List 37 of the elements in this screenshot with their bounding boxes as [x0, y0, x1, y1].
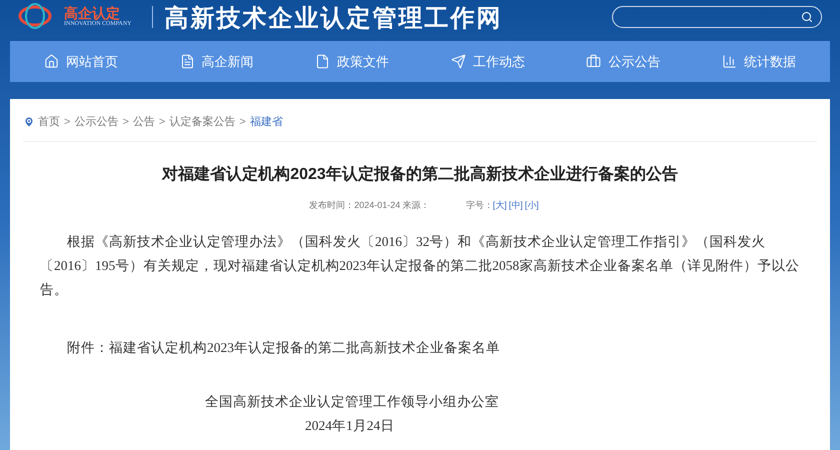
- location-icon: [23, 116, 35, 128]
- site-title: 高新技术企业认定管理工作网: [164, 5, 503, 33]
- breadcrumb-separator: >: [238, 115, 247, 130]
- nav-link[interactable]: 统计数据: [722, 52, 796, 72]
- nav-link[interactable]: 高企新闻: [180, 52, 254, 72]
- document-icon: [180, 54, 195, 69]
- nav-link[interactable]: 公示公告: [586, 52, 660, 72]
- briefcase-icon: [586, 54, 602, 69]
- breadcrumb-link[interactable]: 公示公告: [74, 114, 118, 130]
- search-field[interactable]: [612, 6, 822, 28]
- breadcrumb-link[interactable]: 福建省: [250, 114, 283, 130]
- nav-link[interactable]: 工作动态: [450, 52, 525, 72]
- article-title: 对福建省认定机构2023年认定报备的第二批高新技术企业进行备案的公告: [160, 164, 679, 184]
- signature: 全国高新技术企业认定管理工作领导小组办公室: [204, 393, 500, 411]
- search-icon[interactable]: [801, 11, 813, 23]
- font-size-label: 字号：: [466, 198, 493, 212]
- bar-chart-icon: [722, 54, 737, 69]
- breadcrumb-link[interactable]: 公告: [132, 114, 155, 130]
- breadcrumb-separator: >: [121, 115, 130, 130]
- paper-plane-icon: [450, 54, 466, 69]
- breadcrumb-separator: >: [158, 115, 166, 130]
- home-icon: [44, 54, 59, 69]
- font-size-link[interactable]: [小]: [524, 198, 539, 212]
- font-size-link[interactable]: [中]: [508, 198, 523, 212]
- breadcrumb-link[interactable]: 首页: [38, 114, 60, 130]
- date: 2024年1月24日: [304, 417, 396, 435]
- attachment-text: 附件：福建省认定机构2023年认定报备的第二批高新技术企业备案名单: [66, 339, 501, 357]
- file-icon: [315, 54, 330, 69]
- article-paragraph: 根据《高新技术企业认定管理办法》（国科发火〔2016〕32号）和《高新技术企业认定管理工作指引》（国科发火〔2016〕195号）有关规定，现对福建省认定机构2023年认定报备的第二批2058家高新技术企业备案名单（详见附件）予以公告。: [40, 233, 800, 299]
- nav-link[interactable]: 网站首页: [44, 52, 118, 72]
- nav-link[interactable]: 政策文件: [315, 52, 390, 72]
- font-size-link[interactable]: [大]: [492, 198, 507, 212]
- logo-icon: [18, 2, 52, 30]
- logo-text: 高企认定: [64, 6, 121, 20]
- breadcrumb-link[interactable]: 认定备案公告: [169, 114, 236, 130]
- breadcrumb-separator: >: [63, 115, 72, 130]
- publish-info: 发布时间：2024-01-24 来源：: [309, 198, 430, 212]
